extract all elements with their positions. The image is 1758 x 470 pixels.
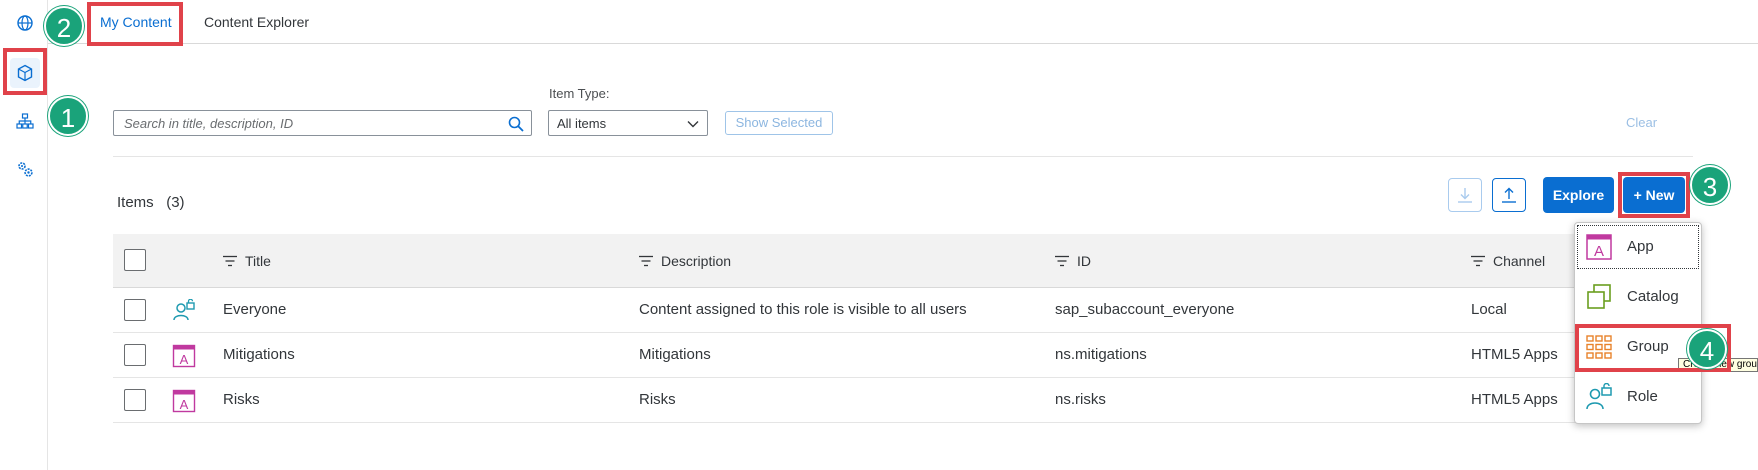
column-description-label: Description [661, 253, 732, 269]
table-row[interactable]: Everyone Content assigned to this role i… [113, 288, 1693, 333]
column-description[interactable]: Description [639, 253, 731, 269]
row-checkbox[interactable] [124, 299, 146, 321]
row-checkbox[interactable] [124, 344, 146, 366]
callout-badge-1: 1 [48, 96, 88, 136]
search-icon[interactable] [507, 115, 525, 133]
row-id: sap_subaccount_everyone [1055, 301, 1235, 318]
tab-my-content[interactable]: My Content [100, 0, 180, 45]
new-button[interactable]: + New [1623, 177, 1685, 213]
settings-gears-icon[interactable] [10, 154, 40, 184]
row-description: Risks [639, 391, 676, 408]
item-type-select[interactable]: All items [548, 110, 708, 136]
sort-filter-icon [639, 255, 653, 267]
show-selected-button[interactable]: Show Selected [725, 111, 833, 135]
filter-divider [113, 156, 1693, 157]
new-item-menu: A App Catalog Group Role [1574, 222, 1702, 424]
row-channel: HTML5 Apps [1471, 346, 1558, 363]
column-title-label: Title [245, 253, 271, 269]
table-row[interactable]: A Mitigations Mitigations ns.mitigations… [113, 333, 1693, 378]
search-input[interactable] [114, 111, 494, 135]
menu-item-role[interactable]: Role [1575, 373, 1701, 421]
tab-content-explorer[interactable]: Content Explorer [204, 0, 309, 44]
row-channel: Local [1471, 301, 1507, 318]
catalog-icon [1587, 284, 1611, 309]
row-description: Content assigned to this role is visible… [639, 301, 967, 318]
items-count: (3) [166, 194, 185, 211]
role-icon [1586, 383, 1612, 410]
svg-text:A: A [180, 397, 189, 412]
row-title: Everyone [223, 301, 287, 318]
item-type-value: All items [557, 116, 607, 131]
app-icon: A [172, 344, 196, 368]
column-id-label: ID [1077, 253, 1091, 269]
search-field[interactable] [113, 110, 532, 136]
upload-button[interactable] [1492, 178, 1526, 212]
row-id: ns.risks [1055, 391, 1106, 408]
sort-filter-icon [1471, 255, 1485, 267]
item-type-label: Item Type: [549, 86, 610, 101]
svg-text:A: A [1594, 243, 1604, 260]
table-row[interactable]: A Risks Risks ns.risks HTML5 Apps [113, 378, 1693, 423]
app-icon: A [172, 389, 196, 413]
select-all-checkbox[interactable] [124, 249, 146, 271]
hierarchy-icon[interactable] [10, 106, 40, 136]
tab-bar: My Content Content Explorer [48, 0, 1758, 45]
app-icon: A [1586, 234, 1612, 260]
download-icon [1458, 188, 1472, 203]
explore-button[interactable]: Explore [1543, 177, 1614, 213]
items-heading: Items (3) [117, 194, 185, 211]
row-channel: HTML5 Apps [1471, 391, 1558, 408]
callout-badge-3: 3 [1690, 165, 1730, 205]
row-title: Mitigations [223, 346, 295, 363]
chevron-down-icon [687, 121, 699, 128]
menu-item-label: Role [1627, 388, 1658, 405]
row-checkbox[interactable] [124, 389, 146, 411]
svg-text:A: A [180, 352, 189, 367]
upload-icon [1502, 187, 1516, 203]
menu-item-label: Group [1627, 338, 1669, 355]
column-title[interactable]: Title [223, 253, 271, 269]
menu-item-label: Catalog [1627, 288, 1679, 305]
menu-item-label: App [1627, 238, 1654, 255]
clear-button[interactable]: Clear [1626, 115, 1657, 130]
column-channel[interactable]: Channel [1471, 253, 1545, 269]
globe-icon[interactable] [10, 8, 40, 38]
items-title: Items [117, 194, 154, 211]
callout-badge-4: 4 [1687, 329, 1727, 369]
menu-item-catalog[interactable]: Catalog [1575, 273, 1701, 321]
role-icon [173, 299, 195, 321]
table-header: Title Description ID Channel [113, 234, 1693, 288]
row-id: ns.mitigations [1055, 346, 1147, 363]
download-button[interactable] [1448, 178, 1482, 212]
sort-filter-icon [1055, 255, 1069, 267]
sort-filter-icon [223, 255, 237, 267]
group-icon [1586, 335, 1612, 359]
callout-badge-2: 2 [44, 6, 84, 46]
column-id[interactable]: ID [1055, 253, 1091, 269]
column-channel-label: Channel [1493, 253, 1546, 269]
menu-item-app[interactable]: A App [1575, 223, 1701, 271]
row-description: Mitigations [639, 346, 711, 363]
row-title: Risks [223, 391, 260, 408]
side-navigation [0, 0, 48, 470]
content-cube-icon[interactable] [10, 58, 40, 88]
